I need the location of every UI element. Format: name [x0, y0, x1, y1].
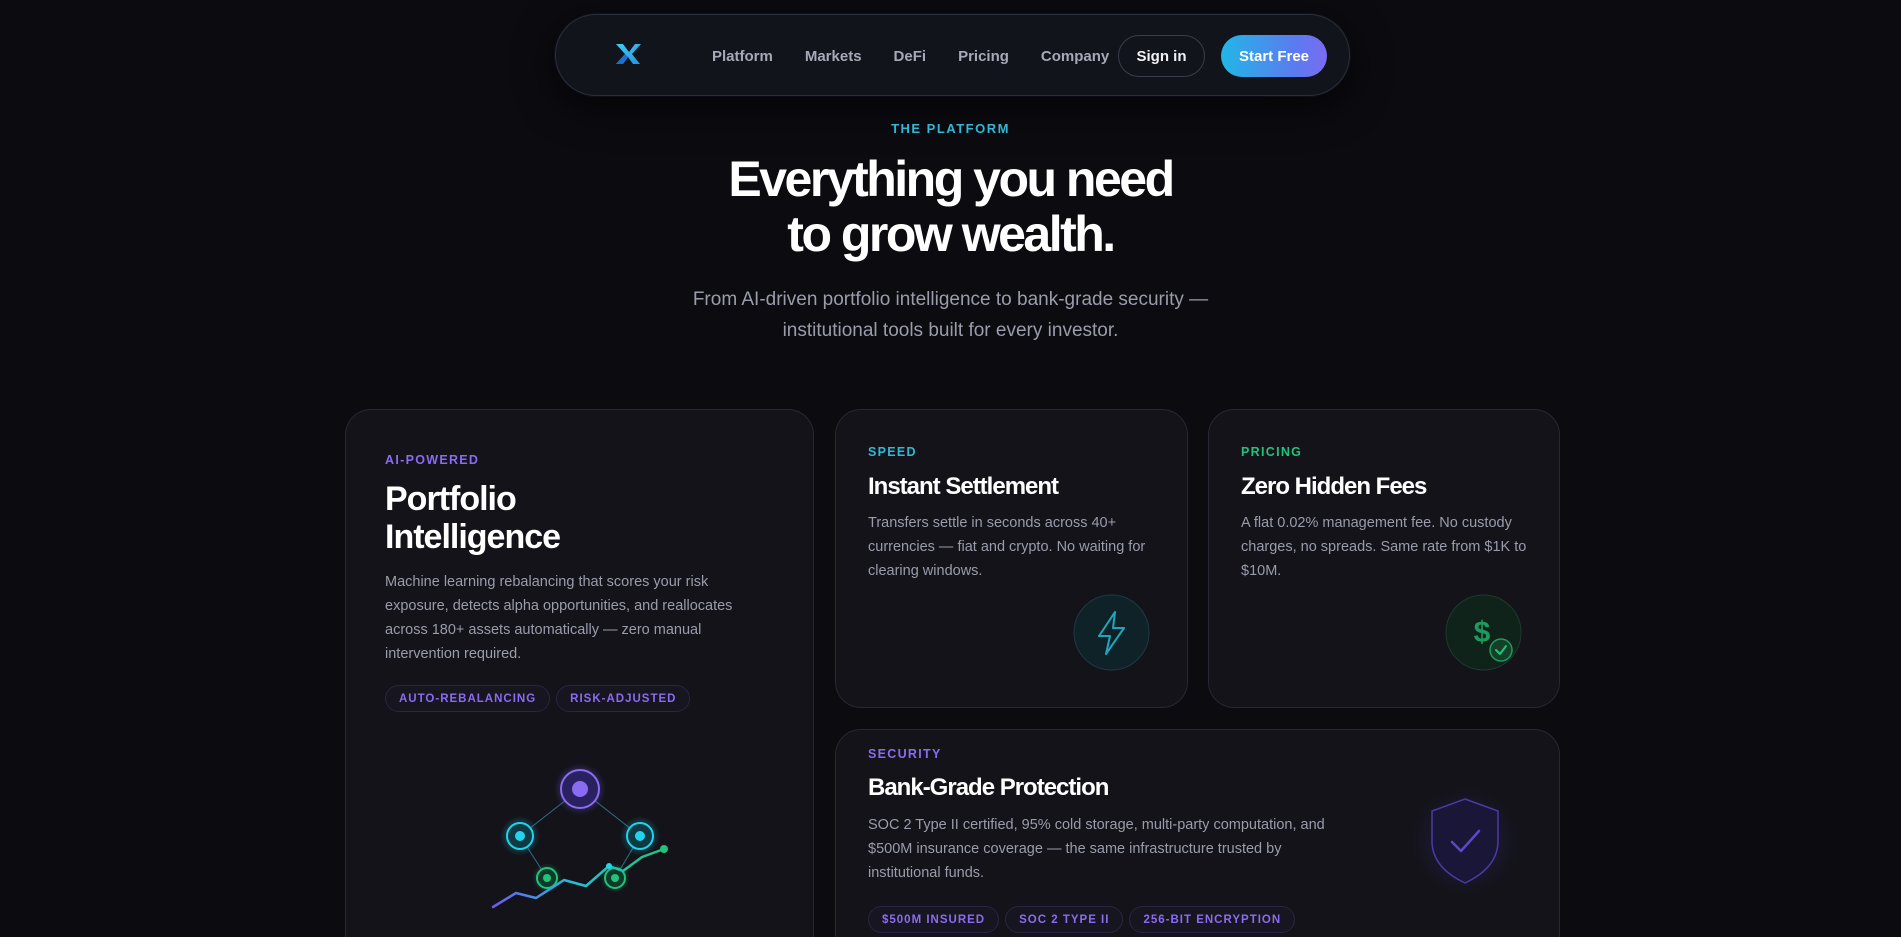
- chip-500m-insured: $500M INSURED: [868, 906, 1000, 933]
- nav-link-markets[interactable]: Markets: [805, 48, 862, 65]
- card-title: Zero Hidden Fees: [1241, 473, 1427, 500]
- chip-risk-adjusted: RISK-ADJUSTED: [556, 685, 691, 712]
- chip-256-bit-encryption: 256-BIT ENCRYPTION: [1129, 906, 1296, 933]
- chip-soc2-type-ii: SOC 2 TYPE II: [1005, 906, 1124, 933]
- nav-link-platform[interactable]: Platform: [712, 48, 773, 65]
- top-navigation: Platform Markets DeFi Pricing Company Si…: [555, 14, 1350, 96]
- card-title-line-1: Portfolio: [385, 480, 517, 518]
- description-line-2: $500M insurance coverage — the same infr…: [868, 841, 1282, 857]
- x-logo-icon[interactable]: [614, 41, 642, 67]
- sign-in-button[interactable]: Sign in: [1118, 35, 1205, 77]
- dollar-check-icon: $: [1445, 594, 1522, 671]
- chip-list: $500M INSURED SOC 2 TYPE II 256-BIT ENCR…: [868, 906, 1301, 933]
- neural-network-chart-icon: [486, 755, 686, 935]
- card-zero-hidden-fees: PRICING Zero Hidden Fees A flat 0.02% ma…: [1208, 409, 1560, 708]
- nav-link-defi[interactable]: DeFi: [894, 48, 927, 65]
- svg-text:$: $: [1474, 616, 1491, 649]
- chip-auto-rebalancing: AUTO-REBALANCING: [385, 685, 551, 712]
- card-title: Instant Settlement: [868, 473, 1059, 500]
- description-line-3: institutional funds.: [868, 865, 985, 881]
- card-tag: SPEED: [868, 445, 917, 459]
- card-tag: PRICING: [1241, 445, 1303, 459]
- chip-list: AUTO-REBALANCING RISK-ADJUSTED: [385, 685, 696, 712]
- card-title: Portfolio Intelligence: [385, 480, 561, 556]
- start-free-button[interactable]: Start Free: [1221, 35, 1327, 77]
- page-subtitle: From AI-driven portfolio intelligence to…: [0, 284, 1901, 346]
- section-eyebrow: THE PLATFORM: [891, 121, 1010, 136]
- subtitle-line-1: From AI-driven portfolio intelligence to…: [692, 289, 1209, 310]
- card-tag: AI-POWERED: [385, 453, 480, 467]
- lightning-bolt-icon: [1073, 594, 1150, 671]
- subtitle-line-2: institutional tools built for every inve…: [782, 320, 1119, 341]
- card-description: SOC 2 Type II certified, 95% cold storag…: [868, 813, 1388, 885]
- description-line-1: SOC 2 Type II certified, 95% cold storag…: [868, 817, 1325, 833]
- nav-link-pricing[interactable]: Pricing: [958, 48, 1009, 65]
- card-description: A flat 0.02% management fee. No custody …: [1241, 515, 1527, 579]
- nav-links: Platform Markets DeFi Pricing Company: [712, 15, 1141, 97]
- headline-line-1: Everything you need: [728, 151, 1175, 207]
- card-tag: SECURITY: [868, 747, 942, 761]
- shield-check-icon: [1410, 786, 1520, 896]
- card-description: Machine learning rebalancing that scores…: [385, 574, 733, 662]
- card-title: Bank-Grade Protection: [868, 774, 1109, 801]
- card-portfolio-intelligence: AI-POWERED Portfolio Intelligence Machin…: [345, 409, 814, 937]
- headline-line-2: to grow wealth.: [787, 206, 1116, 262]
- card-instant-settlement: SPEED Instant Settlement Transfers settl…: [835, 409, 1188, 708]
- card-bank-grade-protection: SECURITY Bank-Grade Protection SOC 2 Typ…: [835, 729, 1560, 937]
- card-description: Transfers settle in seconds across 40+ c…: [868, 515, 1146, 579]
- nav-link-company[interactable]: Company: [1041, 48, 1109, 65]
- page-headline: Everything you need to grow wealth.: [0, 152, 1901, 262]
- card-title-line-2: Intelligence: [385, 518, 561, 556]
